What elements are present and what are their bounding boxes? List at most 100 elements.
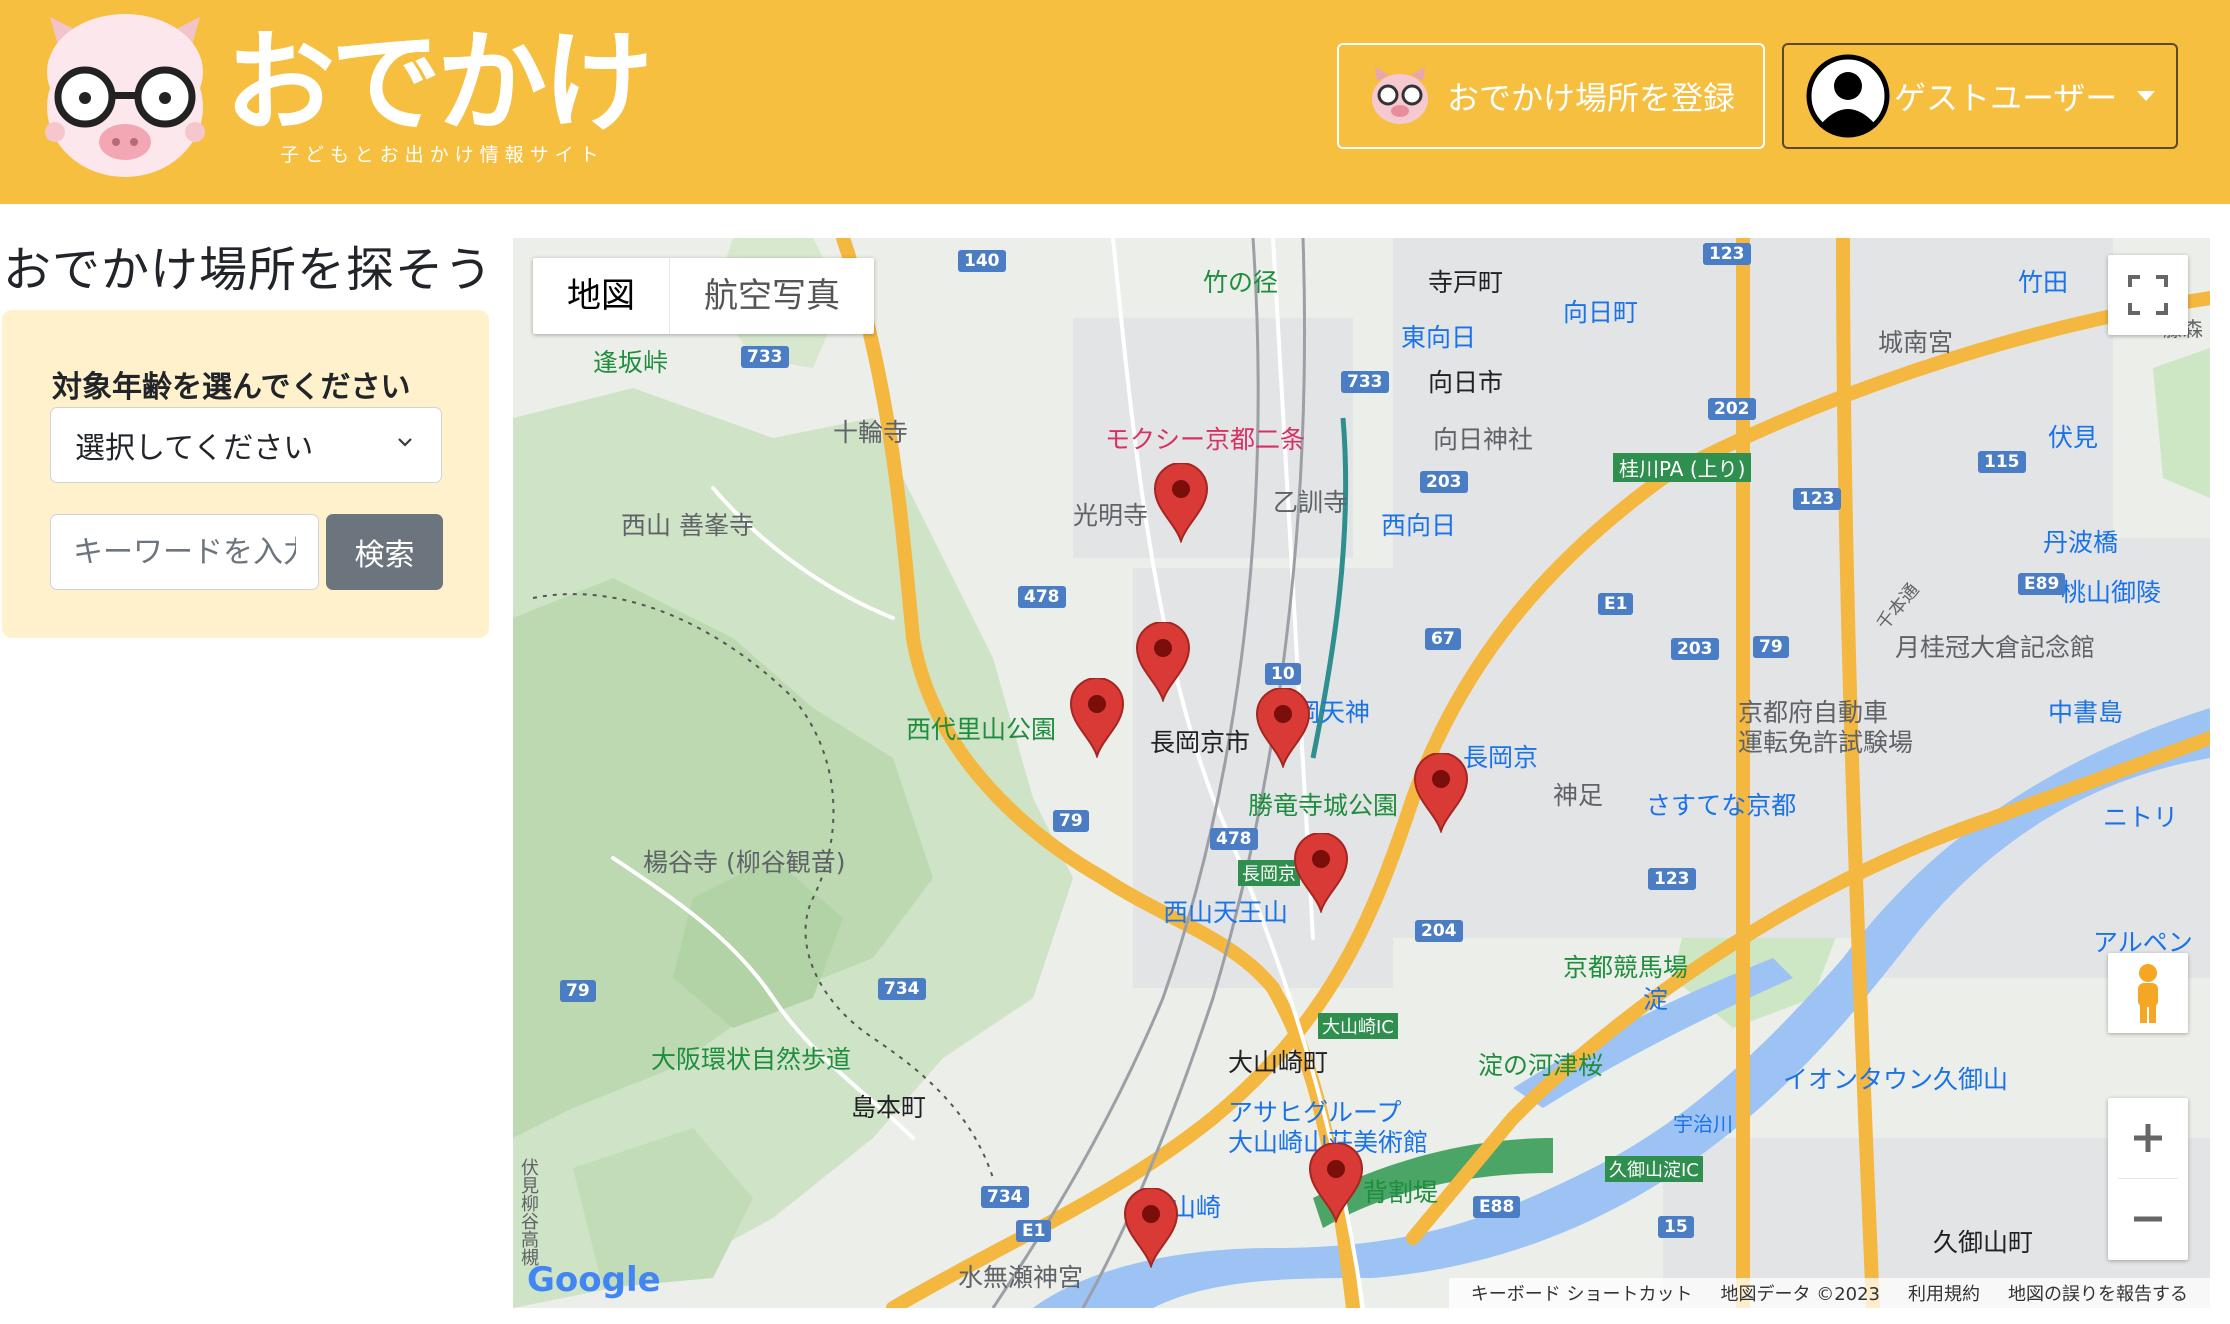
- marker-north-nagaokakyo[interactable]: [1135, 622, 1191, 702]
- map-type-roadmap-button[interactable]: 地図: [533, 258, 669, 334]
- route-shield: E1: [1598, 593, 1634, 615]
- marker-komyoji[interactable]: [1153, 463, 1209, 543]
- pig-icon: [1372, 67, 1428, 124]
- map-label: 伏見: [2048, 423, 2099, 452]
- map-label: 大山崎IC: [1318, 1013, 1398, 1039]
- map-label: イオンタウン久御山: [1783, 1065, 2009, 1094]
- route-shield: 123: [1793, 488, 1841, 510]
- route-shield: E88: [1473, 1196, 1521, 1218]
- minus-icon: [2134, 1216, 2162, 1222]
- route-shield: 10: [1265, 663, 1301, 685]
- user-avatar-icon: [1806, 54, 1890, 138]
- map-label: 淀の河津桜: [1478, 1051, 1604, 1080]
- marker-sewaritei[interactable]: [1308, 1143, 1364, 1223]
- map-label: 光明寺: [1073, 501, 1149, 530]
- route-shield: 115: [1978, 451, 2026, 473]
- route-shield: 79: [560, 980, 596, 1002]
- map-label: 桂川PA (上り): [1613, 453, 1752, 482]
- route-shield: 123: [1648, 868, 1696, 890]
- map-label: 運転免許試験場: [1738, 728, 1914, 757]
- pig-logo-icon[interactable]: [30, 12, 220, 182]
- keyword-input[interactable]: [50, 514, 319, 590]
- map-label: 西山天王山: [1163, 898, 1289, 927]
- age-filter-label: 対象年齢を選んでください: [52, 370, 411, 405]
- route-shield: E89: [2018, 573, 2066, 595]
- route-shield: 478: [1018, 586, 1066, 608]
- map-label: 月桂冠大倉記念館: [1895, 633, 2096, 662]
- pegman-icon: [2138, 964, 2158, 1023]
- map-label: 西山 善峯寺: [621, 511, 754, 540]
- map-label: 乙訓寺: [1273, 488, 1349, 517]
- map-label: ニトリ: [2103, 803, 2179, 832]
- register-place-button[interactable]: おでかけ場所を登録: [1337, 43, 1765, 149]
- zoom-in-button[interactable]: [2108, 1098, 2188, 1178]
- site-header: おでかけ 子どもとお出かけ情報サイト おでかけ場所を登録 ゲストユーザー: [0, 0, 2230, 204]
- marker-yamazaki[interactable]: [1123, 1188, 1179, 1268]
- site-logo-title[interactable]: おでかけ: [225, 18, 653, 148]
- route-shield: 202: [1708, 398, 1756, 420]
- map-label: 竹の径: [1203, 268, 1279, 297]
- map-label: 向日神社: [1433, 425, 1534, 454]
- street-view-pegman[interactable]: [2108, 953, 2188, 1033]
- map-data-credit: 地図データ ©2023: [1720, 1284, 1880, 1305]
- route-shield: 734: [878, 978, 926, 1000]
- map-label: 宇治川: [1673, 1112, 1733, 1136]
- page-title: おでかけ場所を探そう: [3, 242, 494, 298]
- map-label: 向日町: [1563, 298, 1639, 327]
- search-filter-panel: 対象年齢を選んでください 選択してください 検索: [2, 310, 489, 638]
- map-label: 逢坂峠: [593, 348, 669, 377]
- fullscreen-button[interactable]: [2108, 255, 2188, 335]
- marker-nagaokakyo-city[interactable]: [1255, 688, 1311, 768]
- map-type-control: 地図 航空写真: [533, 258, 874, 334]
- marker-nagaokakyo-station[interactable]: [1293, 833, 1349, 913]
- register-place-label: おでかけ場所を登録: [1447, 79, 1736, 117]
- map-label: 丹波橋: [2043, 528, 2119, 557]
- map-label: 水無瀬神宮: [958, 1263, 1084, 1292]
- map-label: 勝竜寺城公園: [1248, 791, 1399, 820]
- map-label: 西代里山公園: [906, 715, 1057, 744]
- route-shield: 67: [1425, 628, 1461, 650]
- chevron-down-icon: [398, 438, 412, 447]
- age-select[interactable]: 選択してください: [50, 407, 442, 483]
- map-label: 寺戸町: [1428, 268, 1504, 297]
- zoom-control: [2108, 1098, 2188, 1260]
- map-label: 十輪寺: [833, 418, 909, 447]
- report-error-link[interactable]: 地図の誤りを報告する: [2008, 1280, 2188, 1306]
- map-type-satellite-button[interactable]: 航空写真: [669, 258, 874, 334]
- keyboard-shortcuts-link[interactable]: キーボード ショートカット: [1471, 1280, 1693, 1306]
- route-shield: 203: [1420, 471, 1468, 493]
- route-shield: 733: [741, 346, 789, 368]
- google-logo-text: Google: [527, 1260, 661, 1300]
- zoom-out-button[interactable]: [2108, 1179, 2188, 1259]
- route-shield: 123: [1703, 243, 1751, 265]
- map-attribution: キーボード ショートカット 地図データ ©2023 利用規約 地図の誤りを報告す…: [1448, 1278, 2210, 1308]
- map-label: 久御山淀IC: [1605, 1156, 1703, 1182]
- route-shield: 734: [981, 1186, 1029, 1208]
- google-map[interactable]: 地図 航空写真 竹の径 寺戸町 向日町 東向日 逢坂峠 十輪寺 向日市 モクシー…: [513, 238, 2210, 1308]
- route-shield: 79: [1053, 810, 1089, 832]
- terms-link[interactable]: 利用規約: [1908, 1280, 1980, 1306]
- route-shield: 79: [1753, 636, 1789, 658]
- map-label: 背割堤: [1363, 1178, 1439, 1207]
- map-label: 向日市: [1428, 368, 1504, 397]
- route-shield: 478: [1210, 828, 1258, 850]
- map-label: 伏見柳谷高槻: [518, 1158, 539, 1266]
- map-label: 桃山御陵: [2061, 578, 2162, 607]
- plus-icon: [2134, 1124, 2162, 1152]
- marker-nishiyama-park[interactable]: [1069, 678, 1125, 758]
- route-shield: E1: [1016, 1220, 1052, 1242]
- map-label: 大阪環状自然歩道: [651, 1045, 852, 1074]
- map-label: モクシー京都二条: [1105, 425, 1306, 454]
- map-label: 城南宮: [1878, 328, 1954, 357]
- map-label: 京都競馬場: [1563, 953, 1689, 982]
- map-label: さすてな京都: [1646, 791, 1797, 820]
- site-logo-subtitle: 子どもとお出かけ情報サイト: [280, 144, 605, 166]
- map-label: 淀: [1643, 985, 1669, 1014]
- user-menu-button[interactable]: ゲストユーザー: [1782, 43, 2178, 149]
- google-logo[interactable]: Google: [527, 1260, 661, 1300]
- marker-shoryuji[interactable]: [1413, 753, 1469, 833]
- map-label: 中書島: [2048, 698, 2124, 727]
- map-label: 長岡京: [1463, 743, 1539, 772]
- map-label: 長岡京市: [1150, 728, 1251, 757]
- search-button[interactable]: 検索: [326, 514, 443, 590]
